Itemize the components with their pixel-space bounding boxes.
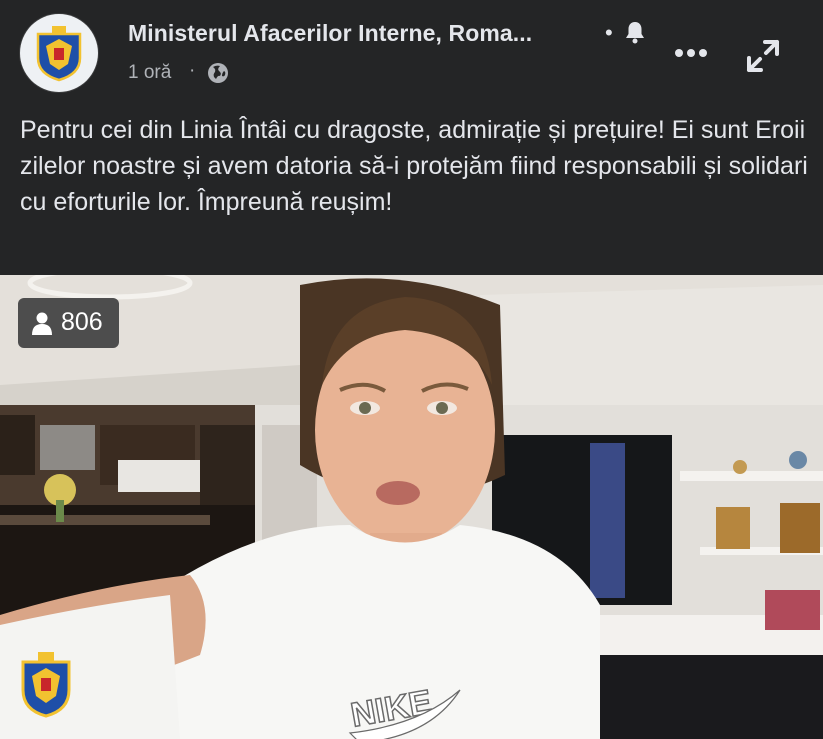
viewer-count-badge: 806 [18,298,119,348]
more-icon[interactable] [674,45,708,63]
page-name-link[interactable]: Ministerul Afacerilor Interne, Roma... [128,20,532,47]
viewer-count: 806 [61,308,103,336]
bell-icon[interactable] [624,20,646,49]
separator-dot: • [605,20,613,45]
coat-of-arms-watermark-icon [20,650,72,723]
expand-icon[interactable] [745,38,781,79]
page-avatar[interactable] [20,14,98,92]
post-header: Ministerul Afacerilor Interne, Roma... •… [0,0,823,100]
post-time[interactable]: 1 oră [128,62,171,84]
coat-of-arms-icon [36,26,82,82]
globe-icon [207,62,229,89]
post-message: Pentru cei din Linia Întâi cu dragoste, … [20,116,808,216]
person-icon [31,312,53,341]
meta-separator: · [189,60,196,81]
live-video[interactable]: NIKE [0,275,823,739]
video-frame: NIKE [0,275,823,739]
